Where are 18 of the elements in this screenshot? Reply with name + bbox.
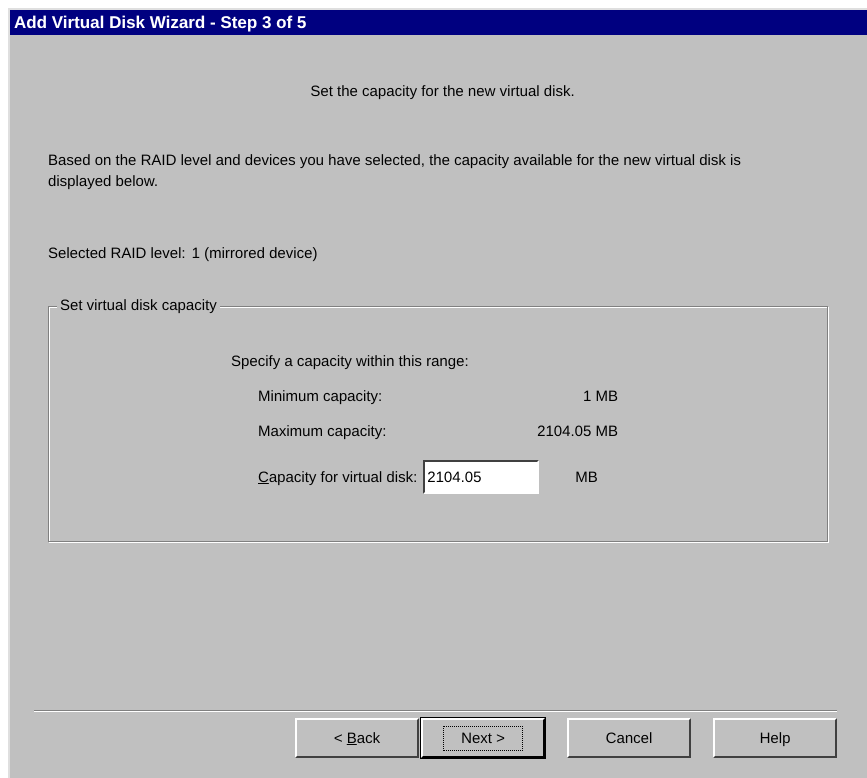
wizard-button[interactable]: Cancel [567, 718, 691, 758]
capacity-field[interactable]: 2104.05 [423, 460, 540, 494]
field-label: Capacity for virtual disk: [258, 468, 418, 486]
description: Based on the RAID level and devices you have selected, the capacity available for the new virtual disk is displayed below. [48, 151, 742, 192]
wizard-button[interactable]: Help [713, 718, 837, 758]
group-title: Set virtual disk capacity [57, 297, 220, 314]
range-label: Minimum capacity: [257, 388, 384, 405]
range-label: Maximum capacity: [257, 423, 388, 440]
raid-label: Selected RAID level: [48, 245, 186, 262]
range-value: 1 MB [582, 388, 618, 405]
window-title: Add Virtual Disk Wizard - Step 3 of 5 [10, 10, 867, 35]
raid-value: 1 (mirrored device) [192, 245, 318, 262]
unit-label: MB [575, 468, 598, 486]
range-instruction: Specify a capacity within this range: [231, 353, 470, 370]
wizard-button[interactable]: Next > [421, 718, 545, 758]
wizard-button[interactable]: < Back [295, 718, 419, 758]
heading: Set the capacity for the new virtual disk. [310, 83, 575, 100]
range-value: 2104.05 MB [536, 423, 618, 440]
